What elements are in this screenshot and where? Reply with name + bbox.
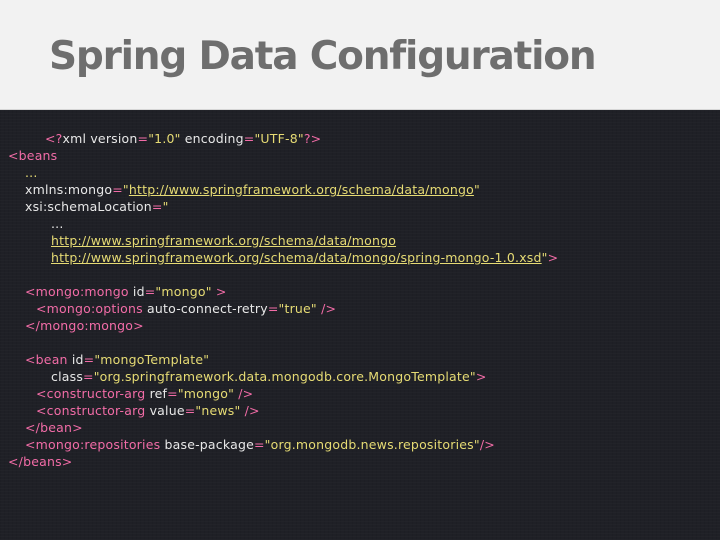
code-line: xsi:schemaLocation=" [25,198,169,215]
code-token: > [211,284,227,299]
code-token: > [547,250,559,265]
code-token: id [128,284,145,299]
code-token: /> [479,437,495,452]
code-token: xsi:schemaLocation [25,199,152,214]
code-token: <constructor-arg [36,403,146,418]
code-token: = [144,284,156,299]
schema-mongo-link[interactable]: http://www.springframework.org/schema/da… [51,233,396,248]
code-token: " [473,182,480,197]
code-line: class="org.springframework.data.mongodb.… [51,368,487,385]
code-token: "1.0" [148,131,181,146]
code-token: ?> [303,131,322,146]
code-token: = [112,182,123,197]
code-line: xmlns:mongo= "http://www.springframework.… [25,181,480,198]
code-token: </beans> [8,454,73,469]
code-token: <constructor-arg [36,386,146,401]
code-token: <beans [8,148,58,163]
code-token: = [243,131,255,146]
code-line: ... [25,164,38,181]
code-token: </bean> [25,420,83,435]
code-token: /> [240,403,260,418]
slide-header: Spring Data Configuration [0,0,720,110]
code-line: ... [51,215,64,232]
code-token: /> [316,301,337,316]
code-token: = [83,352,95,367]
code-token: </mongo:mongo> [25,318,144,333]
code-token: class [51,369,84,384]
code-token: = [267,301,279,316]
code-token: ... [51,216,64,231]
code-token: <mongo:options [36,301,143,316]
code-token: "UTF-8" [254,131,304,146]
code-line: <beans [8,147,57,164]
code-token: <mongo:mongo [25,284,129,299]
code-token: id [67,352,84,367]
code-token: "true" [278,301,317,316]
code-token: /> [234,386,254,401]
code-token: xmlns:mongo [25,182,113,197]
code-line: http://www.springframework.org/schema/da… [51,232,396,249]
xmlns-mongo-link[interactable]: http://www.springframework.org/schema/da… [129,182,474,197]
code-token: "org.mongodb.news.repositories" [264,437,480,452]
code-line: http://www.springframework.org/schema/da… [51,249,558,266]
code-line: <?xml version="1.0" encoding="UTF-8"?> [45,130,321,147]
code-token: = [253,437,265,452]
code-token: ref [145,386,168,401]
code-token: "mongoTemplate" [94,352,210,367]
code-token: "org.springframework.data.mongodb.core.M… [93,369,476,384]
code-token: " [162,199,169,214]
code-token: > [475,369,487,384]
code-line: <bean id="mongoTemplate" [25,351,209,368]
code-block: <?xml version="1.0" encoding="UTF-8"?> <… [0,110,720,540]
code-token: = [137,131,149,146]
code-token: xml version [62,131,138,146]
code-token: encoding [180,131,244,146]
code-line: </beans> [8,453,72,470]
code-token: "news" [195,403,241,418]
code-token: "mongo" [177,386,235,401]
code-line: </bean> [25,419,83,436]
code-line: <mongo:options auto-connect-retry="true"… [36,300,336,317]
code-token: = [83,369,94,384]
slide-title: Spring Data Configuration [49,34,597,79]
code-token: = [167,386,178,401]
code-token: base-package [160,437,254,452]
code-line: <mongo:mongo id="mongo" > [25,283,227,300]
code-line: <constructor-arg value="news" /> [36,402,260,419]
schema-xsd-link[interactable]: http://www.springframework.org/schema/da… [51,250,542,265]
code-token: auto-connect-retry [142,301,268,316]
code-line: <mongo:repositories base-package="org.mo… [25,436,495,453]
code-token: = [184,403,196,418]
code-token: value [145,403,185,418]
code-token: = [151,199,163,214]
code-line: </mongo:mongo> [25,317,144,334]
code-line: <constructor-arg ref="mongo" /> [36,385,253,402]
code-token: ... [25,165,38,180]
code-token: <bean [25,352,68,367]
code-token: <? [45,131,63,146]
code-token: "mongo" [155,284,212,299]
code-token: <mongo:repositories [25,437,161,452]
